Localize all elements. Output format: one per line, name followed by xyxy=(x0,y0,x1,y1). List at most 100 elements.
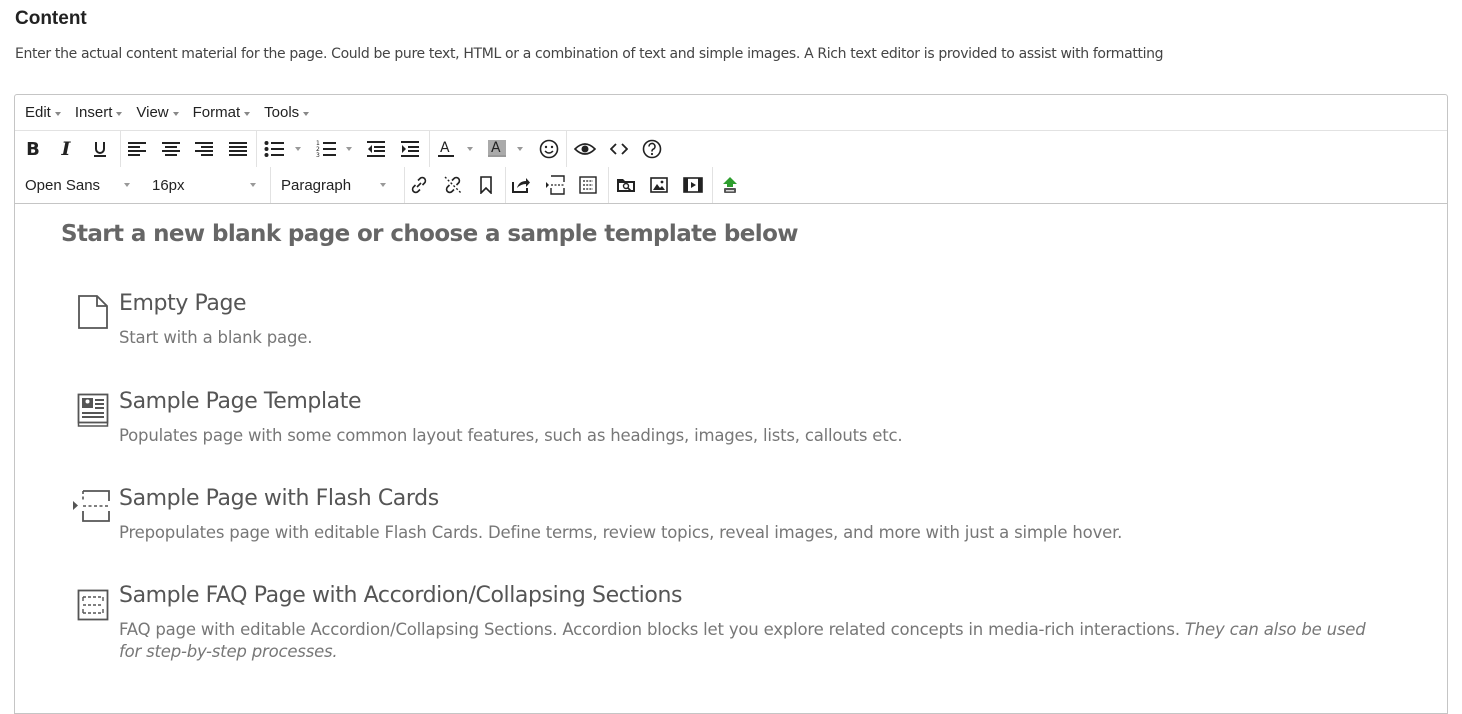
file-browser-button[interactable] xyxy=(613,173,639,197)
indent-button[interactable] xyxy=(397,137,423,161)
help-button[interactable] xyxy=(639,137,665,161)
block-format-select[interactable]: Paragraph xyxy=(281,167,391,203)
template-description: Populates page with some common layout f… xyxy=(119,426,903,445)
menu-view-label: View xyxy=(136,104,169,121)
italic-button[interactable]: I xyxy=(53,137,79,161)
editor-menubar: Edit Insert View Format Tools xyxy=(15,95,1447,131)
toolbar-separator xyxy=(256,131,257,167)
underline-icon xyxy=(94,142,106,157)
editor-toolbar-row-2: Open Sans 16px Paragraph xyxy=(15,167,1447,204)
bold-icon: B xyxy=(26,138,40,160)
insert-template-button[interactable] xyxy=(508,173,534,197)
unlink-button[interactable] xyxy=(440,173,466,197)
chevron-down-icon[interactable] xyxy=(380,183,386,187)
template-description: FAQ page with editable Accordion/Collaps… xyxy=(119,619,1369,663)
accordion-button[interactable] xyxy=(575,173,601,197)
insert-template-icon xyxy=(512,178,530,193)
toolbar-separator xyxy=(404,167,405,203)
template-title[interactable]: Empty Page xyxy=(119,291,247,316)
italic-icon: I xyxy=(61,138,71,160)
outdent-button[interactable] xyxy=(363,137,389,161)
text-color-button[interactable]: A xyxy=(433,137,459,161)
menu-insert[interactable]: Insert xyxy=(69,104,129,121)
align-center-icon xyxy=(162,142,180,156)
menu-format[interactable]: Format xyxy=(187,104,257,121)
chevron-down-icon[interactable] xyxy=(295,147,301,151)
preview-button[interactable] xyxy=(572,137,598,161)
toolbar-separator xyxy=(429,131,430,167)
block-format-value: Paragraph xyxy=(281,176,352,194)
chevron-down-icon xyxy=(116,111,123,116)
link-icon xyxy=(411,176,427,194)
chevron-down-icon[interactable] xyxy=(124,183,130,187)
background-color-button[interactable]: A xyxy=(484,137,510,161)
chevron-down-icon[interactable] xyxy=(517,147,523,151)
menu-tools-label: Tools xyxy=(264,104,300,121)
source-code-button[interactable] xyxy=(606,137,632,161)
rich-text-editor: Edit Insert View Format Tools B I 123 A … xyxy=(14,94,1448,714)
template-description-text: FAQ page with editable Accordion/Collaps… xyxy=(119,620,1185,639)
chevron-down-icon xyxy=(172,111,179,116)
svg-text:3: 3 xyxy=(316,152,320,158)
accordion-icon xyxy=(77,589,109,621)
text-color-icon: A xyxy=(438,140,454,157)
flash-card-icon xyxy=(546,175,565,195)
align-left-button[interactable] xyxy=(124,137,150,161)
flash-card-button[interactable] xyxy=(542,173,568,197)
help-icon xyxy=(642,139,662,159)
chevron-down-icon[interactable] xyxy=(467,147,473,151)
file-browser-icon xyxy=(617,179,635,192)
chevron-down-icon xyxy=(303,111,310,116)
chevron-down-icon[interactable] xyxy=(346,147,352,151)
image-icon xyxy=(650,177,668,193)
bookmark-button[interactable] xyxy=(473,173,499,197)
align-center-button[interactable] xyxy=(158,137,184,161)
numbered-list-button[interactable]: 123 xyxy=(313,137,339,161)
font-family-value: Open Sans xyxy=(25,176,101,194)
menu-edit-label: Edit xyxy=(25,104,51,121)
numbered-list-icon: 123 xyxy=(316,140,336,158)
insert-image-button[interactable] xyxy=(646,173,672,197)
preview-icon xyxy=(574,143,596,155)
template-description: Start with a blank page. xyxy=(119,328,313,347)
chevron-down-icon xyxy=(54,111,61,116)
font-family-select[interactable]: Open Sans xyxy=(25,167,135,203)
align-left-icon xyxy=(128,142,146,156)
insert-media-button[interactable] xyxy=(680,173,706,197)
editor-toolbar-row-1: B I 123 A A xyxy=(15,131,1447,167)
chevron-down-icon[interactable] xyxy=(250,183,256,187)
bullet-list-button[interactable] xyxy=(261,137,287,161)
svg-text:A: A xyxy=(440,140,450,156)
page-layout-icon xyxy=(77,393,109,427)
template-title[interactable]: Sample FAQ Page with Accordion/Collapsin… xyxy=(119,583,682,608)
menu-format-label: Format xyxy=(192,104,241,121)
section-title: Content xyxy=(15,8,87,29)
font-size-select[interactable]: 16px xyxy=(152,167,257,203)
unlink-icon xyxy=(444,176,462,194)
align-right-button[interactable] xyxy=(191,137,217,161)
toolbar-separator xyxy=(712,167,713,203)
template-title[interactable]: Sample Page Template xyxy=(119,389,362,414)
template-description: Prepopulates page with editable Flash Ca… xyxy=(119,523,1123,542)
align-justify-button[interactable] xyxy=(225,137,251,161)
emoticon-icon xyxy=(539,139,559,159)
menu-tools[interactable]: Tools xyxy=(258,104,315,121)
accordion-icon xyxy=(579,176,597,194)
content-heading: Start a new blank page or choose a sampl… xyxy=(61,221,799,247)
menu-view[interactable]: View xyxy=(130,104,184,121)
menu-insert-label: Insert xyxy=(74,104,113,121)
underline-button[interactable] xyxy=(87,137,113,161)
bullet-list-icon xyxy=(264,141,284,157)
bold-button[interactable]: B xyxy=(20,137,46,161)
flash-card-icon xyxy=(73,490,110,522)
upload-button[interactable] xyxy=(717,173,743,197)
outdent-icon xyxy=(367,141,385,157)
insert-link-button[interactable] xyxy=(406,173,432,197)
toolbar-separator xyxy=(505,167,506,203)
font-size-value: 16px xyxy=(152,176,185,194)
menu-edit[interactable]: Edit xyxy=(19,104,67,121)
emoticon-button[interactable] xyxy=(536,137,562,161)
align-right-icon xyxy=(195,142,213,156)
section-description: Enter the actual content material for th… xyxy=(15,46,1164,62)
template-title[interactable]: Sample Page with Flash Cards xyxy=(119,486,439,511)
